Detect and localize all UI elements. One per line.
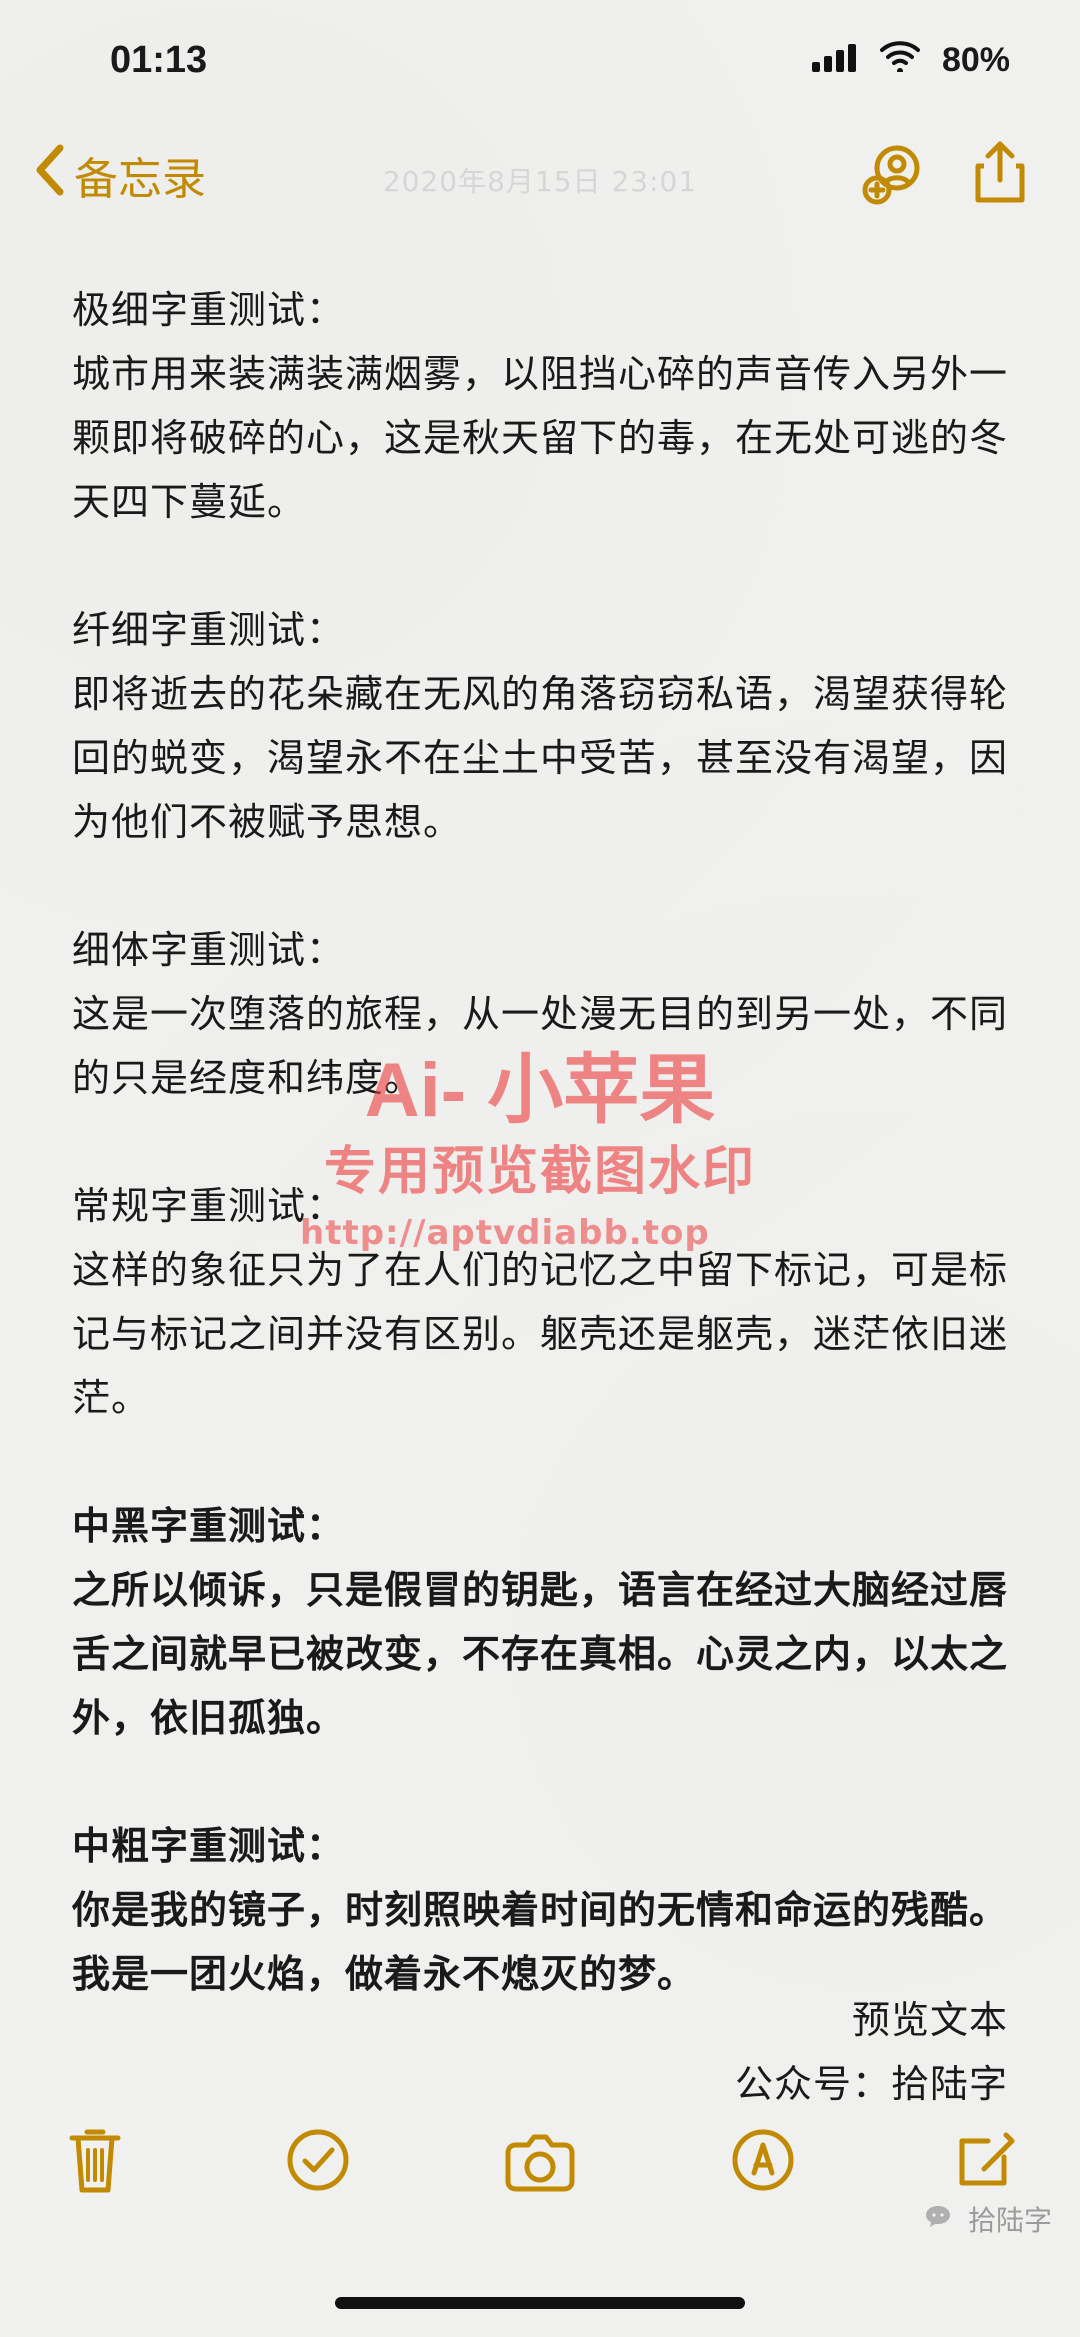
note-section-medium: 中黑字重测试： 之所以倾诉，只是假冒的钥匙，语言在经过大脑经过唇舌之间就早已被改… <box>72 1494 1008 1750</box>
camera-icon <box>498 2123 582 2201</box>
note-content[interactable]: 极细字重测试： 城市用来装满装满烟雾，以阻挡心碎的声音传入另外一颗即将破碎的心，… <box>72 278 1008 2006</box>
share-icon <box>970 138 1030 212</box>
section-heading: 细体字重测试： <box>72 928 346 972</box>
checklist-button[interactable] <box>278 2122 358 2202</box>
cellular-signal-icon <box>811 39 858 82</box>
add-collaborator-button[interactable] <box>857 140 927 210</box>
signature-line-1: 预览文本 <box>851 1998 1008 2042</box>
back-to-notes-button[interactable]: 备忘录 <box>32 142 206 209</box>
status-time: 01:13 <box>110 38 208 81</box>
markup-button[interactable] <box>723 2122 803 2202</box>
compose-new-note-button[interactable] <box>945 2122 1025 2202</box>
section-body: 这是一次堕落的旅程，从一处漫无目的到另一处，不同的只是经度和纬度。 <box>72 992 1009 1100</box>
wechat-account-mark: 拾陆字 <box>924 2199 1052 2239</box>
share-button[interactable] <box>965 140 1035 210</box>
section-body: 你是我的镜子，时刻照映着时间的无情和命运的残酷。我是一团火焰，做着永不熄灭的梦。 <box>72 1888 1009 1996</box>
home-indicator[interactable] <box>335 2297 745 2309</box>
section-body: 之所以倾诉，只是假冒的钥匙，语言在经过大脑经过唇舌之间就早已被改变，不存在真相。… <box>72 1568 1009 1740</box>
section-body: 这样的象征只为了在人们的记忆之中留下标记，可是标记与标记之间并没有区别。躯壳还是… <box>72 1248 1009 1420</box>
section-heading: 极细字重测试： <box>72 288 346 332</box>
section-heading: 纤细字重测试： <box>72 608 346 652</box>
wifi-icon <box>878 39 922 82</box>
camera-button[interactable] <box>500 2122 580 2202</box>
delete-note-button[interactable] <box>55 2122 135 2202</box>
note-section-extra-thin: 极细字重测试： 城市用来装满装满烟雾，以阻挡心碎的声音传入另外一颗即将破碎的心，… <box>72 278 1008 534</box>
battery-percentage: 80% <box>941 40 1010 79</box>
note-date: 2020年8月15日 23:01 <box>382 165 698 198</box>
bottom-toolbar <box>0 2092 1080 2232</box>
wechat-icon <box>924 2202 958 2237</box>
status-bar: 01:13 80% <box>0 0 1080 120</box>
check-circle-icon <box>281 2123 355 2201</box>
note-section-light: 细体字重测试： 这是一次堕落的旅程，从一处漫无目的到另一处，不同的只是经度和纬度… <box>72 918 1008 1110</box>
section-body: 城市用来装满装满烟雾，以阻挡心碎的声音传入另外一颗即将破碎的心，这是秋天留下的毒… <box>72 352 1009 524</box>
back-label: 备忘录 <box>74 154 206 205</box>
note-section-thin: 纤细字重测试： 即将逝去的花朵藏在无风的角落窃窃私语，渴望获得轮回的蜕变，渴望永… <box>72 598 1008 854</box>
note-section-bold: 中粗字重测试： 你是我的镜子，时刻照映着时间的无情和命运的残酷。我是一团火焰，做… <box>72 1814 1008 2006</box>
chevron-left-icon <box>32 142 66 209</box>
compose-icon <box>948 2123 1022 2201</box>
section-heading: 常规字重测试： <box>72 1184 346 1228</box>
section-body: 即将逝去的花朵藏在无风的角落窃窃私语，渴望获得轮回的蜕变，渴望永不在尘土中受苦，… <box>72 672 1009 844</box>
add-person-icon <box>857 138 927 212</box>
section-heading: 中粗字重测试： <box>72 1824 346 1868</box>
status-icons: 80% <box>811 39 1010 82</box>
wechat-label: 拾陆字 <box>967 2204 1052 2237</box>
note-section-regular: 常规字重测试： 这样的象征只为了在人们的记忆之中留下标记，可是标记与标记之间并没… <box>72 1174 1008 1430</box>
markup-pen-icon <box>726 2123 800 2201</box>
notes-navigation-bar: 备忘录 2020年8月15日 23:01 <box>0 120 1080 230</box>
section-heading: 中黑字重测试： <box>72 1504 346 1548</box>
trash-icon <box>62 2122 128 2202</box>
nav-actions <box>857 140 1035 210</box>
